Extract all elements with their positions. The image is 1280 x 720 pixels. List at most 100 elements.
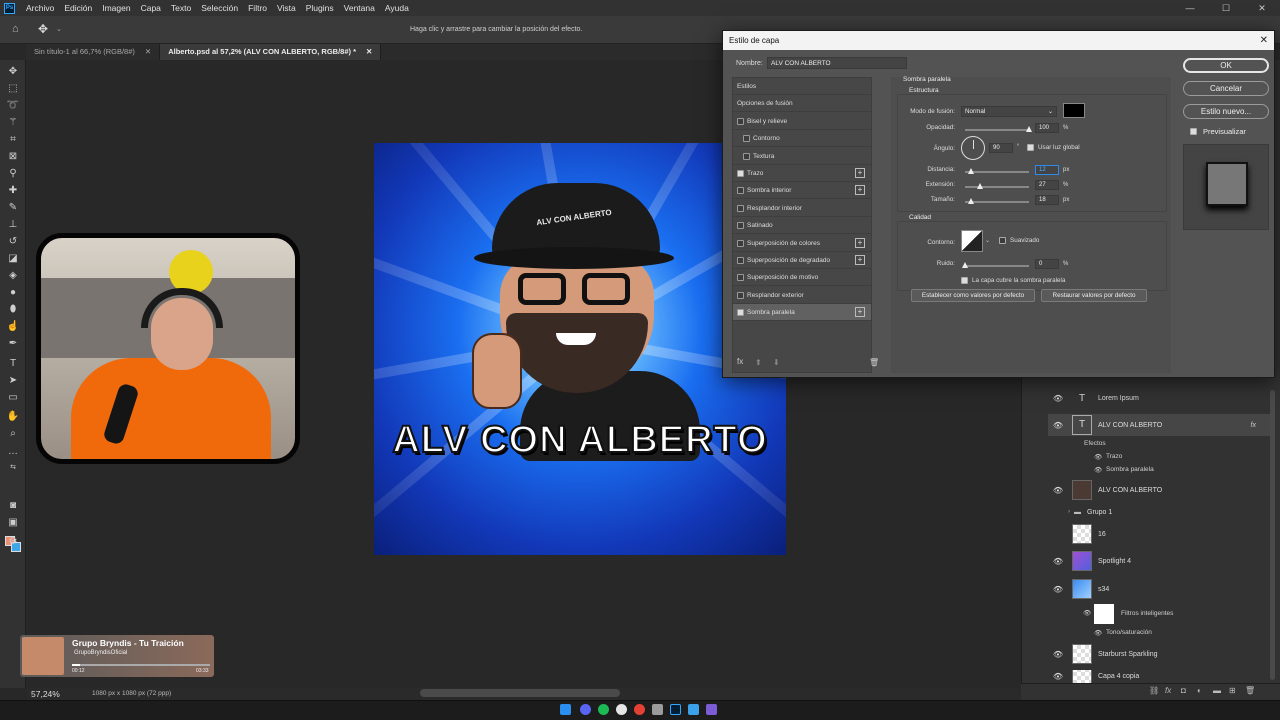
layer-row[interactable]: › ▬ Grupo 1: [1048, 501, 1270, 523]
layer-row[interactable]: 👁 Starburst Sparkling: [1048, 643, 1270, 665]
visibility-eye-icon[interactable]: 👁: [1048, 557, 1068, 566]
noise-input[interactable]: 0: [1035, 259, 1059, 269]
style-item[interactable]: Resplandor exterior: [733, 287, 871, 304]
close-window-icon[interactable]: ✕: [1244, 0, 1280, 16]
distance-slider[interactable]: [965, 171, 1029, 173]
zoom-level[interactable]: 57,24%: [31, 689, 60, 699]
move-up-icon[interactable]: ⬆: [755, 358, 762, 367]
reset-default-button[interactable]: Restaurar valores por defecto: [1041, 289, 1147, 302]
adjustment-layer-icon[interactable]: ◐: [1197, 686, 1202, 695]
home-icon[interactable]: ⌂: [12, 23, 19, 35]
eyedropper-icon[interactable]: ⚲: [6, 166, 20, 180]
visibility-eye-icon[interactable]: 👁: [1048, 585, 1068, 594]
style-item[interactable]: Superposición de degradado +: [733, 252, 871, 269]
visibility-eye-icon[interactable]: 👁: [1048, 394, 1068, 403]
link-layers-icon[interactable]: ⛓: [1149, 686, 1159, 695]
new-layer-icon[interactable]: ⊞: [1229, 686, 1236, 695]
distance-slider-knob[interactable]: [968, 168, 974, 174]
tool-preset-chevron-icon[interactable]: ⌄: [56, 25, 62, 33]
style-checkbox[interactable]: [737, 222, 744, 230]
add-effect-icon[interactable]: +: [855, 307, 865, 318]
spread-input[interactable]: 27: [1035, 180, 1059, 190]
hand-tool-icon[interactable]: ✋: [6, 409, 20, 423]
global-light-checkbox[interactable]: [1027, 144, 1034, 151]
app-icon[interactable]: [706, 704, 717, 715]
delete-layer-icon[interactable]: 🗑: [1245, 686, 1255, 695]
opacity-slider-knob[interactable]: [1026, 126, 1032, 132]
style-item[interactable]: Estilos: [733, 78, 871, 95]
noise-slider-knob[interactable]: [962, 262, 968, 268]
distance-input[interactable]: 12: [1035, 165, 1059, 175]
rectangle-tool-icon[interactable]: ▭: [6, 390, 20, 404]
move-down-icon[interactable]: ⬇: [773, 358, 780, 367]
blend-mode-select[interactable]: Normal ⌄: [961, 106, 1057, 117]
delete-effect-icon[interactable]: 🗑: [869, 358, 879, 367]
size-slider[interactable]: [965, 201, 1029, 203]
style-item[interactable]: Opciones de fusión: [733, 95, 871, 113]
clone-stamp-icon[interactable]: ⊥: [6, 217, 20, 231]
style-checkbox[interactable]: [737, 239, 744, 247]
style-item[interactable]: Satinado: [733, 217, 871, 235]
paint-bucket-icon[interactable]: ◈: [6, 268, 20, 282]
brush-tool-icon[interactable]: ✎: [6, 200, 20, 214]
screen-mode-icon[interactable]: ▣: [6, 515, 20, 529]
smart-filter-eye-icon[interactable]: 👁: [1094, 629, 1102, 637]
zoom-tool-icon[interactable]: ⌕: [6, 426, 20, 440]
spread-slider[interactable]: [965, 186, 1029, 188]
frame-tool-icon[interactable]: ⊠: [6, 149, 20, 163]
edit-toolbar-icon[interactable]: ⚙: [6, 534, 20, 548]
crop-tool-icon[interactable]: ⌗: [6, 132, 20, 146]
add-style-icon[interactable]: fx: [1165, 686, 1171, 695]
opacity-slider[interactable]: [965, 129, 1029, 131]
style-item[interactable]: Contorno: [733, 130, 871, 148]
smart-filter-eye-icon[interactable]: 👁: [1083, 609, 1091, 617]
style-item[interactable]: Trazo +: [733, 165, 871, 182]
tab-sin-titulo[interactable]: Sin título-1 al 66,7% (RGB/8#) ✕: [26, 44, 161, 60]
menu-edicion[interactable]: Edición: [59, 3, 97, 13]
add-effect-icon[interactable]: +: [855, 255, 865, 265]
style-checkbox[interactable]: [737, 187, 744, 195]
path-selection-icon[interactable]: ➤: [6, 373, 20, 387]
style-item[interactable]: Bisel y relieve: [733, 113, 871, 130]
angle-dial[interactable]: [961, 136, 985, 160]
add-effect-icon[interactable]: +: [855, 185, 865, 196]
layer-row[interactable]: 👁 Spotlight 4: [1048, 550, 1270, 572]
smart-filter-item[interactable]: Tono/saturación: [1106, 629, 1152, 636]
name-field[interactable]: ALV CON ALBERTO: [767, 57, 907, 69]
close-icon[interactable]: ✕: [1260, 31, 1268, 50]
pen-tool-icon[interactable]: ✒: [6, 336, 20, 350]
add-mask-icon[interactable]: ◘: [1181, 686, 1186, 695]
noise-slider[interactable]: [965, 265, 1029, 267]
discord-icon[interactable]: [580, 704, 591, 715]
effect-eye-icon[interactable]: 👁: [1094, 453, 1102, 461]
style-checkbox[interactable]: [737, 257, 744, 264]
menu-archivo[interactable]: Archivo: [21, 3, 59, 13]
close-tab-icon[interactable]: ✕: [366, 44, 372, 60]
dodge-tool-icon[interactable]: ⬮: [6, 302, 20, 316]
app-icon[interactable]: [616, 704, 627, 715]
move-tool-icon[interactable]: ✥: [6, 64, 20, 78]
menu-vista[interactable]: Vista: [272, 3, 301, 13]
quick-mask-icon[interactable]: ◙: [6, 498, 20, 512]
lasso-tool-icon[interactable]: ➰: [6, 98, 20, 112]
anti-aliased-checkbox[interactable]: [999, 237, 1006, 244]
layer-row[interactable]: 👁 T Lorem Ipsum: [1048, 387, 1270, 409]
opacity-input[interactable]: 100: [1035, 123, 1059, 133]
chrome-icon[interactable]: [634, 704, 645, 715]
style-checkbox[interactable]: [737, 204, 744, 212]
close-tab-icon[interactable]: ✕: [145, 44, 151, 60]
menu-ventana[interactable]: Ventana: [339, 3, 380, 13]
history-brush-icon[interactable]: ↺: [6, 234, 20, 248]
preview-checkbox[interactable]: [1190, 128, 1197, 135]
type-tool-icon[interactable]: T: [6, 356, 20, 370]
style-checkbox[interactable]: [737, 117, 744, 125]
style-item[interactable]: Superposición de colores +: [733, 235, 871, 252]
new-style-button[interactable]: Estilo nuevo...: [1183, 104, 1269, 119]
size-input[interactable]: 18: [1035, 195, 1059, 205]
layers-scrollbar[interactable]: [1270, 390, 1275, 680]
spread-slider-knob[interactable]: [977, 183, 983, 189]
visibility-eye-icon[interactable]: 👁: [1048, 421, 1068, 430]
move-tool-icon[interactable]: ✥: [38, 22, 48, 36]
expand-chevron-icon[interactable]: ›: [1068, 509, 1070, 515]
layer-row[interactable]: 👁 Capa 4 copia: [1048, 670, 1270, 683]
